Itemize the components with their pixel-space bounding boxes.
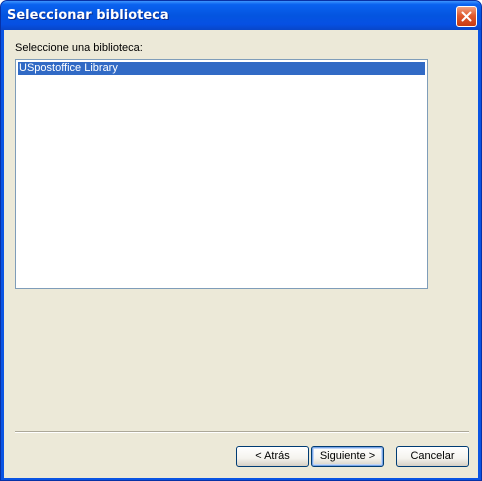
dialog-body: Seleccione una biblioteca: USpostoffice … (4, 30, 478, 478)
dialog-window: Seleccionar biblioteca Seleccione una bi… (0, 0, 482, 481)
library-list[interactable]: USpostoffice Library (15, 59, 428, 289)
back-button[interactable]: < Atrás (236, 446, 309, 467)
cancel-button[interactable]: Cancelar (396, 446, 469, 467)
library-prompt-label: Seleccione una biblioteca: (15, 42, 143, 54)
close-icon (461, 11, 472, 22)
button-separator (15, 431, 469, 433)
next-button[interactable]: Siguiente > (311, 446, 384, 467)
close-button[interactable] (456, 6, 477, 27)
window-title: Seleccionar biblioteca (7, 8, 169, 23)
list-item[interactable]: USpostoffice Library (18, 62, 425, 75)
title-bar[interactable]: Seleccionar biblioteca (1, 1, 481, 30)
